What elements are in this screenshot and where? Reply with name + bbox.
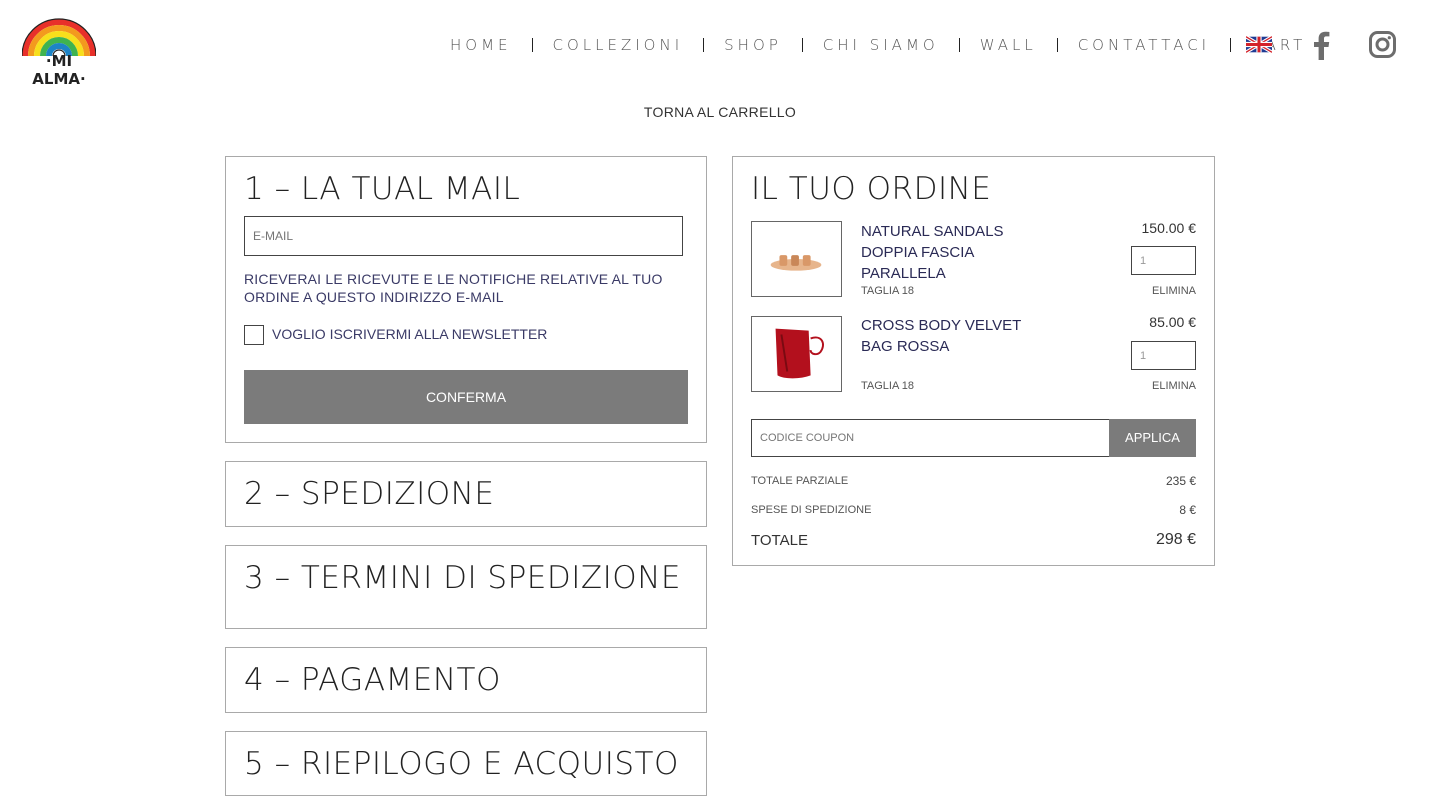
payment-step-panel[interactable]: 4 – Pagamento xyxy=(225,647,707,713)
nav-shop[interactable]: SHOP xyxy=(724,36,782,54)
product-name: Cross Body Velvet Bag Rossa xyxy=(861,317,1022,355)
nav-divider xyxy=(801,38,803,52)
nav-divider xyxy=(958,38,960,52)
email-notice: Riceverai le ricevute e le notifiche rel… xyxy=(244,271,663,305)
total-value: 298 € xyxy=(1155,531,1196,548)
email-step-title: 1 – La tual mail xyxy=(244,171,521,207)
product-name: Natural Sandals Doppia Fascia Parallela xyxy=(861,223,1004,282)
facebook-icon[interactable] xyxy=(1310,30,1332,60)
nav-divider xyxy=(531,38,533,52)
newsletter-checkbox[interactable] xyxy=(244,325,264,345)
nav-wall[interactable]: WALL xyxy=(980,36,1037,54)
logo-text: ·MI ALMA· xyxy=(32,52,86,88)
email-step-panel: 1 – La tual mail Riceverai le ricevute e… xyxy=(225,156,707,443)
nav-divider xyxy=(1056,38,1058,52)
nav-contattaci[interactable]: CONTATTACI xyxy=(1078,36,1210,54)
confirm-button[interactable]: Conferma xyxy=(244,370,688,424)
quantity-input[interactable] xyxy=(1131,341,1196,370)
shipping-cost-value: 8 € xyxy=(1179,503,1196,517)
order-summary-panel: Il tuo ordine Natural Sandals Doppia Fas… xyxy=(732,156,1215,566)
nav-divider xyxy=(703,38,705,52)
remove-item-link[interactable]: Elimina xyxy=(1136,285,1196,297)
email-input[interactable] xyxy=(244,216,683,256)
terms-step-panel[interactable]: 3 – Termini di spedizione xyxy=(225,545,707,629)
product-price: 150.00 € xyxy=(1141,220,1197,236)
shipping-step-panel[interactable]: 2 – Spedizione xyxy=(225,461,707,527)
summary-step-panel[interactable]: 5 – Riepilogo e acquisto xyxy=(225,731,707,796)
size-label: Taglia 18 xyxy=(861,380,914,392)
coupon-input[interactable] xyxy=(751,419,1110,457)
nav-home[interactable]: HOME xyxy=(450,36,512,54)
apply-coupon-button[interactable]: Applica xyxy=(1109,419,1196,457)
product-image[interactable] xyxy=(751,221,842,297)
nav-divider xyxy=(1230,38,1232,52)
subtotal-label: Totale parziale xyxy=(751,475,849,487)
size-label: Taglia 18 xyxy=(861,285,914,297)
product-image[interactable] xyxy=(751,316,842,392)
nav-chi-siamo[interactable]: CHI SIAMO xyxy=(823,36,939,54)
back-to-cart-row: TORNA AL CARRELLO xyxy=(0,104,1440,120)
nav-collezioni[interactable]: COLLEZIONI xyxy=(553,36,684,54)
main-nav: HOME COLLEZIONI SHOP CHI SIAMO WALL CONT… xyxy=(450,35,1306,55)
sandals-image xyxy=(770,255,822,271)
product-price: 85.00 € xyxy=(1149,314,1196,330)
subtotal-value: 235 € xyxy=(1165,474,1196,488)
terms-step-title: 3 – Termini di spedizione xyxy=(244,560,681,596)
newsletter-label[interactable]: Voglio iscrivermi alla newsletter xyxy=(272,326,547,342)
shipping-cost-label: Spese di spedizione xyxy=(751,504,872,516)
shipping-step-title: 2 – Spedizione xyxy=(244,476,495,512)
summary-step-title: 5 – Riepilogo e acquisto xyxy=(244,746,679,782)
uk-flag-icon[interactable] xyxy=(1246,36,1272,53)
red-velvet-bag-image xyxy=(775,328,824,379)
quantity-input[interactable] xyxy=(1131,246,1196,275)
payment-step-title: 4 – Pagamento xyxy=(244,662,501,698)
remove-item-link[interactable]: Elimina xyxy=(1136,380,1196,392)
order-title: Il tuo ordine xyxy=(751,171,992,207)
instagram-icon[interactable] xyxy=(1369,31,1396,58)
total-label: Totale xyxy=(751,532,808,549)
back-to-cart-link[interactable]: TORNA AL CARRELLO xyxy=(644,104,796,120)
